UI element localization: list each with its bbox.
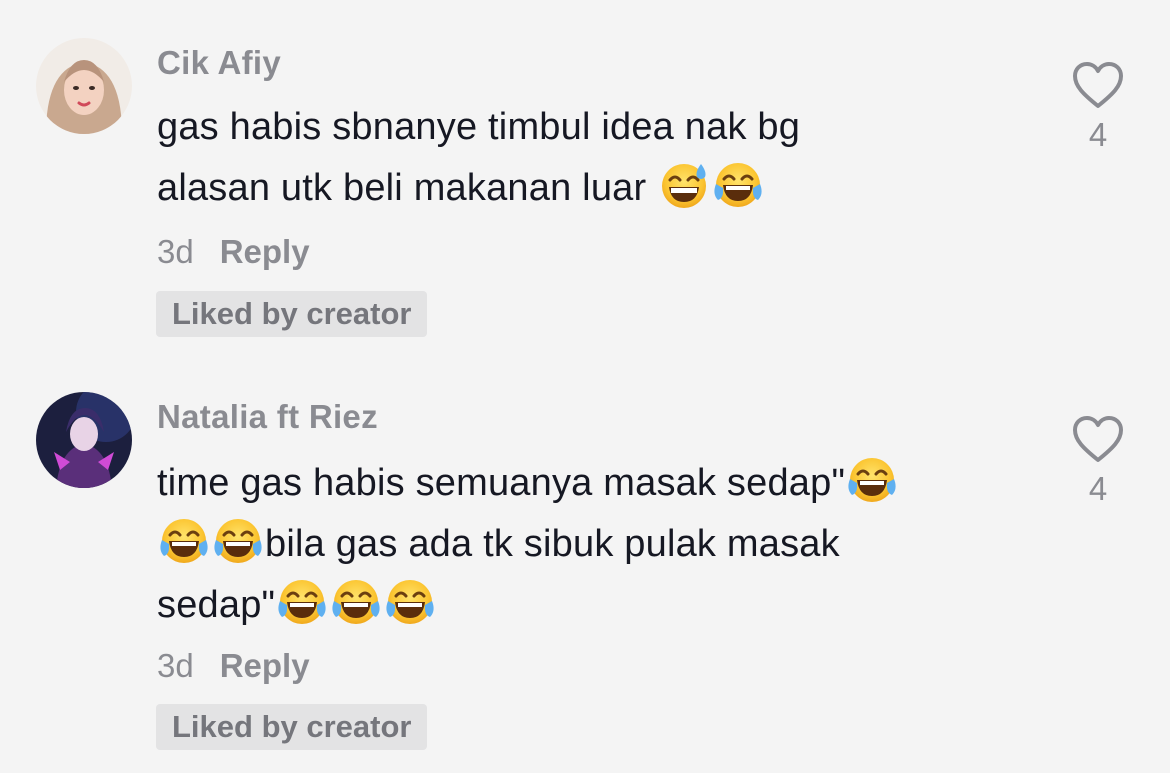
comment-text: gas habis sbnanye timbul idea nak bg ala… — [157, 97, 1037, 219]
heart-outline-icon[interactable] — [1071, 414, 1125, 464]
reply-button[interactable]: Reply — [220, 233, 310, 270]
comment-text-line: bila gas ada tk sibuk pulak masak — [157, 514, 1037, 575]
comment-timestamp: 3d — [157, 647, 194, 684]
liked-by-creator-badge: Liked by creator — [156, 291, 428, 337]
like-count: 4 — [1088, 470, 1108, 507]
tears-of-joy-emoji — [711, 158, 765, 212]
comment-text: time gas habis semuanya masak sedap" bil… — [157, 453, 1037, 636]
like-count: 4 — [1088, 116, 1108, 153]
like-button[interactable]: 4 — [1066, 60, 1130, 154]
comment-text-segment: bila gas ada tk sibuk pulak masak — [265, 523, 840, 565]
tears-of-joy-emoji — [211, 514, 265, 568]
comment-text-line: time gas habis semuanya masak sedap" — [157, 453, 1037, 514]
comment-meta: 3d Reply — [157, 647, 310, 685]
comment-text-line: sedap" — [157, 575, 1037, 636]
reply-button[interactable]: Reply — [220, 647, 310, 684]
tears-of-joy-emoji — [383, 575, 437, 629]
comment-text-segment: time gas habis semuanya masak sedap" — [157, 462, 846, 504]
comment-text-segment: alasan utk beli makanan luar — [157, 167, 658, 209]
grinning-sweat-emoji — [657, 158, 711, 212]
comment-text-line: alasan utk beli makanan luar — [157, 158, 1037, 219]
comment-meta: 3d Reply — [157, 233, 310, 271]
tears-of-joy-emoji — [275, 575, 329, 629]
comment-timestamp: 3d — [157, 233, 194, 270]
comment-username[interactable]: Natalia ft Riez — [157, 398, 378, 436]
comment-text-segment: sedap" — [157, 584, 276, 626]
avatar[interactable] — [36, 38, 132, 134]
like-button[interactable]: 4 — [1066, 414, 1130, 508]
comment-text-line: gas habis sbnanye timbul idea nak bg — [157, 106, 801, 148]
comment-username[interactable]: Cik Afiy — [157, 44, 281, 82]
heart-outline-icon[interactable] — [1071, 60, 1125, 110]
tears-of-joy-emoji — [845, 453, 899, 507]
tears-of-joy-emoji — [157, 514, 211, 568]
tears-of-joy-emoji — [329, 575, 383, 629]
avatar[interactable] — [36, 392, 132, 488]
liked-by-creator-badge: Liked by creator — [156, 704, 428, 750]
